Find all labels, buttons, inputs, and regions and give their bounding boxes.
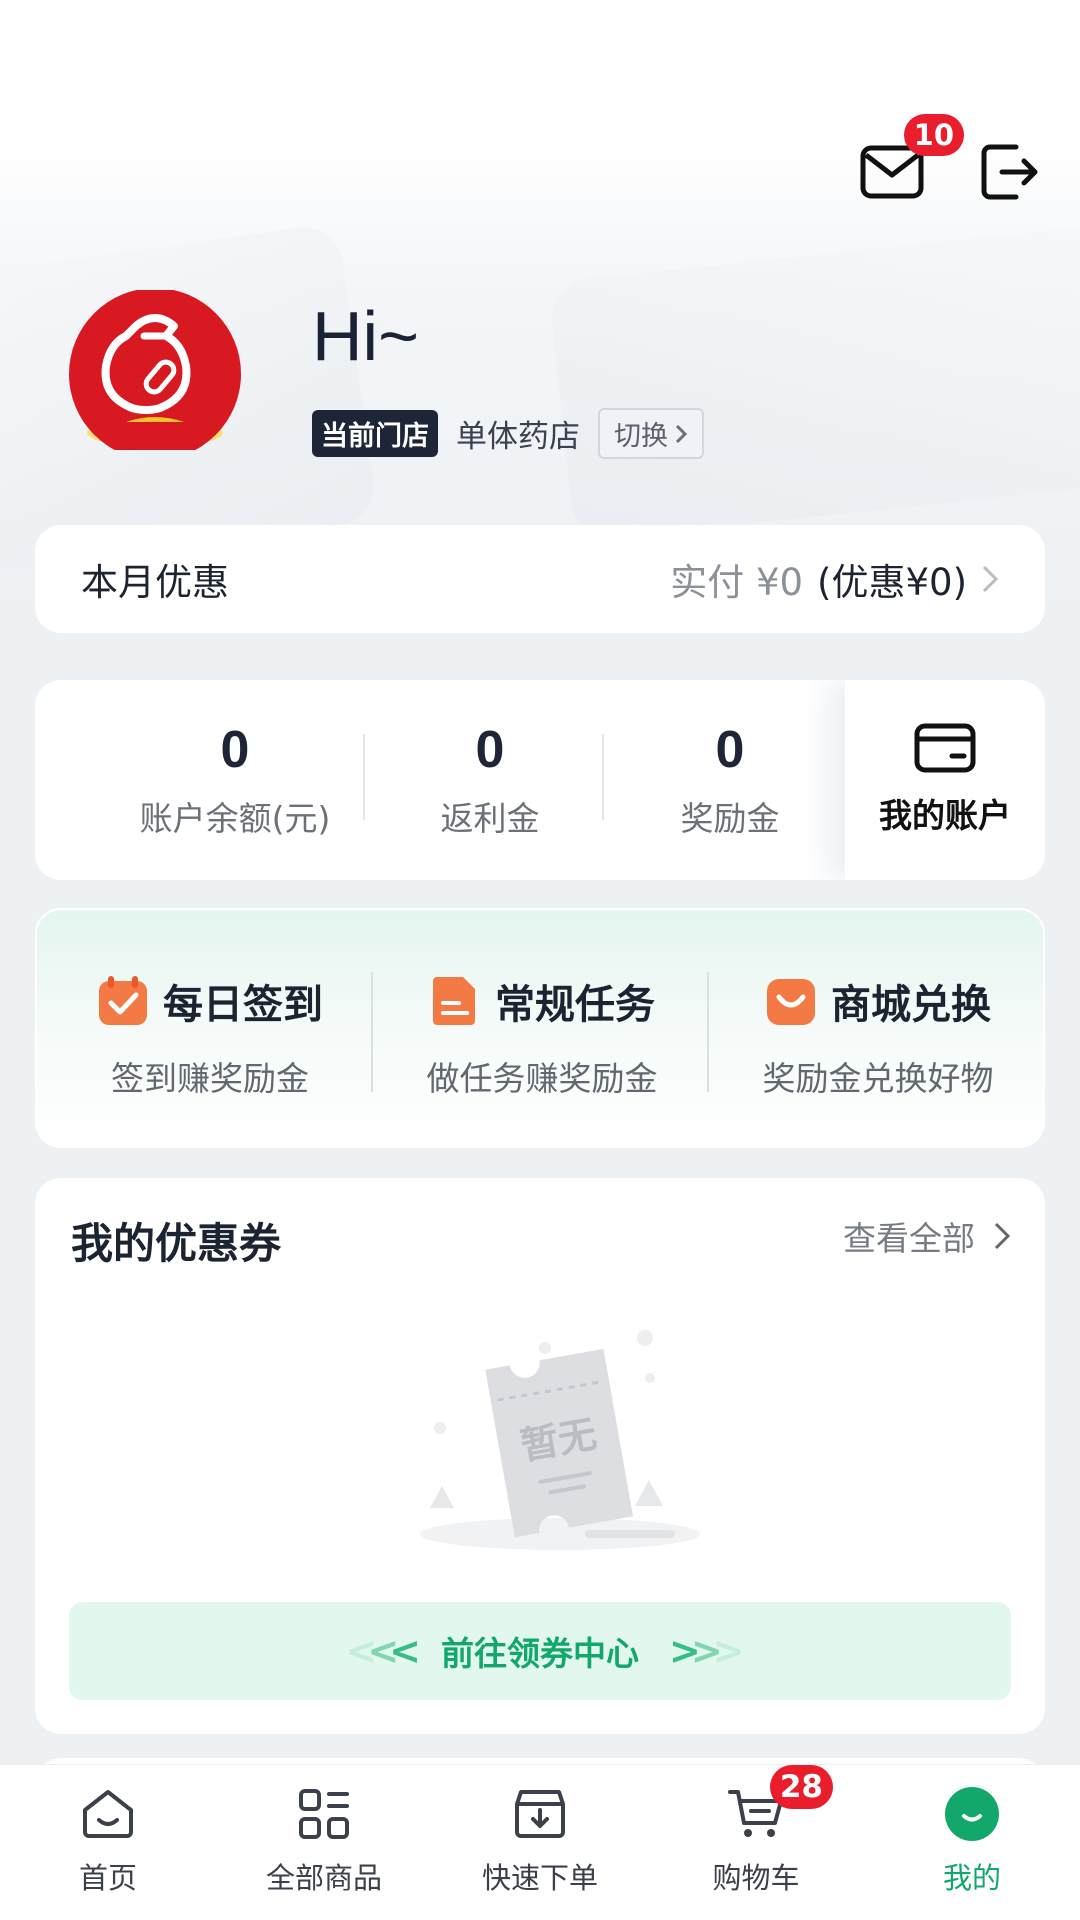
coupon-center-button[interactable]: <<< 前往领券中心 >>> bbox=[69, 1602, 1011, 1700]
logout-button[interactable] bbox=[978, 140, 1042, 204]
my-account-button[interactable]: 我的账户 bbox=[845, 680, 1045, 880]
store-name: 单体药店 bbox=[456, 419, 580, 455]
store-avatar[interactable] bbox=[66, 290, 244, 450]
nav-profile[interactable]: 我的 bbox=[864, 1765, 1080, 1920]
account-stats-card: 0 账户余额(元) 0 返利金 0 奖励金 我的账户 bbox=[35, 680, 1045, 880]
reward-label: 奖励金 bbox=[680, 799, 780, 838]
calendar-check-icon bbox=[99, 976, 147, 1025]
chevron-left-decor-icon: <<< bbox=[345, 1629, 420, 1673]
header-actions: 10 bbox=[860, 114, 1042, 204]
balance-value: 0 bbox=[220, 721, 250, 779]
rebate-stat[interactable]: 0 返利金 bbox=[375, 720, 605, 840]
divider bbox=[363, 734, 365, 820]
mall-exchange[interactable]: 商城兑换 奖励金兑换好物 bbox=[713, 972, 1043, 1100]
regular-tasks[interactable]: 常规任务 做任务赚奖励金 bbox=[377, 972, 707, 1100]
task-subtitle: 签到赚奖励金 bbox=[111, 1059, 309, 1098]
messages-button[interactable]: 10 bbox=[860, 114, 964, 204]
nav-label: 购物车 bbox=[712, 1861, 800, 1895]
task-title: 常规任务 bbox=[495, 982, 655, 1028]
view-all-coupons-link[interactable]: 查看全部 bbox=[843, 1212, 1011, 1260]
chevron-right-icon bbox=[982, 565, 999, 593]
nav-label: 快速下单 bbox=[481, 1861, 598, 1895]
tasks-card: 每日签到 签到赚奖励金 常规任务 做任务赚奖励金 商城兑换 奖励金兑换好物 bbox=[35, 908, 1045, 1148]
grid-icon bbox=[299, 1789, 349, 1839]
view-all-label: 查看全部 bbox=[843, 1219, 975, 1258]
current-store-tag: 当前门店 bbox=[312, 410, 438, 457]
task-subtitle: 做任务赚奖励金 bbox=[426, 1059, 658, 1098]
nav-label: 全部商品 bbox=[265, 1861, 382, 1895]
nav-quick-order[interactable]: 快速下单 bbox=[432, 1765, 648, 1920]
monthly-discount-row[interactable]: 本月优惠 实付 ¥0 (优惠¥0) bbox=[35, 525, 1045, 633]
task-title: 商城兑换 bbox=[831, 982, 991, 1028]
divider bbox=[707, 972, 709, 1092]
task-title: 每日签到 bbox=[163, 982, 323, 1028]
task-subtitle: 奖励金兑换好物 bbox=[762, 1059, 994, 1098]
divider bbox=[602, 734, 604, 820]
coupons-card: 我的优惠券 查看全部 暂无 <<< 前往领券中心 >>> bbox=[35, 1178, 1045, 1734]
nav-all-products[interactable]: 全部商品 bbox=[216, 1765, 432, 1920]
nav-label: 首页 bbox=[78, 1861, 137, 1895]
quick-order-icon bbox=[515, 1790, 565, 1838]
balance-label: 账户余额(元) bbox=[139, 799, 331, 838]
rebate-label: 返利金 bbox=[440, 799, 540, 838]
logout-icon bbox=[981, 144, 1038, 200]
nav-label: 我的 bbox=[942, 1861, 1001, 1895]
switch-store-button[interactable]: 切换 bbox=[598, 408, 704, 459]
reward-stat[interactable]: 0 奖励金 bbox=[615, 720, 845, 840]
daily-checkin[interactable]: 每日签到 签到赚奖励金 bbox=[45, 972, 375, 1100]
discount-amount: (优惠¥0) bbox=[817, 561, 967, 604]
home-icon bbox=[83, 1790, 133, 1838]
empty-coupon-illustration: 暂无 bbox=[420, 1330, 700, 1550]
nav-home[interactable]: 首页 bbox=[0, 1765, 216, 1920]
coupons-title: 我的优惠券 bbox=[71, 1219, 282, 1268]
nav-cart[interactable]: 28 购物车 bbox=[648, 1765, 864, 1920]
monthly-discount-summary: 实付 ¥0 (优惠¥0) bbox=[670, 552, 999, 606]
rebate-value: 0 bbox=[475, 721, 505, 779]
divider bbox=[371, 972, 373, 1092]
current-store-row: 当前门店 单体药店 切换 bbox=[312, 408, 704, 459]
message-count-badge: 10 bbox=[903, 114, 964, 156]
chevron-right-icon bbox=[675, 424, 688, 443]
my-account-label: 我的账户 bbox=[879, 796, 1011, 835]
paid-amount: 实付 ¥0 bbox=[670, 561, 804, 604]
shopping-bag-icon bbox=[767, 979, 815, 1025]
cart-count-badge: 28 bbox=[769, 1765, 833, 1809]
coupon-center-label: 前往领券中心 bbox=[441, 1634, 639, 1673]
greeting: Hi~ bbox=[312, 297, 419, 375]
switch-label: 切换 bbox=[614, 421, 668, 452]
chevron-right-icon bbox=[994, 1222, 1011, 1250]
chevron-right-decor-icon: >>> bbox=[669, 1629, 744, 1673]
profile-icon bbox=[945, 1787, 999, 1841]
balance-stat[interactable]: 0 账户余额(元) bbox=[75, 720, 395, 840]
monthly-discount-title: 本月优惠 bbox=[81, 561, 229, 604]
reward-value: 0 bbox=[715, 721, 745, 779]
wallet-icon bbox=[914, 723, 976, 773]
bottom-navigation: 首页 全部商品 快速下单 28 购物车 我的 bbox=[0, 1764, 1080, 1920]
document-icon bbox=[433, 977, 475, 1025]
